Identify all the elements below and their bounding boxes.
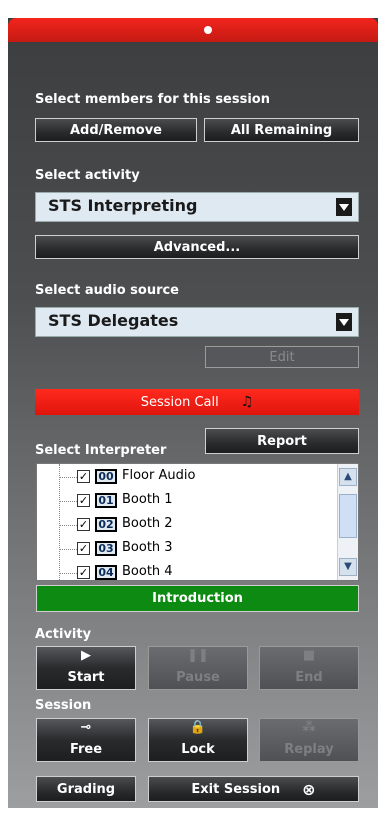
lock-label: Lock [181,742,215,757]
dropdown-arrow-icon[interactable] [336,198,352,216]
replay-icon: ⁂ [302,720,316,735]
scroll-down-icon[interactable]: ▼ [339,558,357,576]
free-label: Free [69,742,103,757]
channel-name: Booth 3 [122,540,173,555]
add-remove-button[interactable]: Add/Remove [35,118,197,142]
drag-handle-dot[interactable] [204,26,212,34]
tree-branch [59,573,77,574]
pause-button[interactable]: ❚❚ Pause [148,646,248,690]
dropdown-arrow-icon[interactable] [336,313,352,331]
end-button[interactable]: ■ End [259,646,359,690]
list-item[interactable]: ✓ 00 Floor Audio [37,466,337,490]
lock-icon: 🔒 [189,720,207,735]
exit-session-label: Exit Session [191,781,281,797]
session-controls-label: Session [35,698,92,713]
free-button[interactable]: ⊸ Free [36,718,136,762]
play-icon: ▶ [81,648,91,663]
report-button[interactable]: Report [205,428,359,454]
list-item[interactable]: ✓ 03 Booth 3 [37,538,337,562]
lock-button[interactable]: 🔒 Lock [148,718,248,762]
replay-label: Replay [284,742,334,757]
audio-source-value: STS Delegates [48,311,179,330]
tree-branch [59,525,77,526]
session-call-label: Session Call [140,394,219,410]
tree-branch [59,549,77,550]
checkbox[interactable]: ✓ [77,470,90,483]
close-circle-icon: ⊗ [302,779,316,799]
start-label: Start [67,670,105,685]
checkbox[interactable]: ✓ [77,494,90,507]
list-item[interactable]: ✓ 01 Booth 1 [37,490,337,514]
advanced-button[interactable]: Advanced... [35,235,359,259]
replay-button[interactable]: ⁂ Replay [259,718,359,762]
scroll-up-icon[interactable]: ▲ [339,468,357,486]
channel-name: Booth 2 [122,516,173,531]
stop-icon: ■ [302,648,316,663]
key-icon: ⊸ [80,720,92,735]
channel-number: 00 [95,469,117,484]
list-item[interactable]: ✓ 04 Booth 4 [37,562,337,580]
activity-controls-label: Activity [35,627,92,642]
activity-dropdown[interactable]: STS Interpreting [35,192,359,222]
channel-number: 02 [95,517,117,532]
channel-number: 04 [95,565,117,580]
checkbox[interactable]: ✓ [77,542,90,555]
start-button[interactable]: ▶ Start [36,646,136,690]
audio-source-dropdown[interactable]: STS Delegates [35,307,359,337]
music-note-icon: ♫ [240,394,254,410]
introduction-button[interactable]: Introduction [36,585,359,612]
channel-name: Booth 4 [122,564,173,579]
interpreter-list[interactable]: ✓ 00 Floor Audio ✓ 01 Booth 1 ✓ 02 Booth… [36,463,359,581]
tree-branch [59,477,77,478]
checkbox[interactable]: ✓ [77,518,90,531]
activity-value: STS Interpreting [48,196,198,215]
edit-button[interactable]: Edit [205,346,359,368]
list-scrollbar[interactable]: ▲ ▼ [337,464,358,580]
pause-label: Pause [176,670,220,685]
scroll-thumb[interactable] [339,494,357,538]
exit-session-button[interactable]: Exit Session ⊗ [148,776,359,802]
audio-source-label: Select audio source [35,283,180,298]
title-bar[interactable] [8,18,378,42]
members-label: Select members for this session [35,92,270,107]
checkbox[interactable]: ✓ [77,566,90,579]
pause-icon: ❚❚ [187,648,209,663]
all-remaining-button[interactable]: All Remaining [204,118,359,142]
grading-button[interactable]: Grading [36,776,136,802]
channel-name: Floor Audio [122,468,196,483]
channel-number: 01 [95,493,117,508]
channel-name: Booth 1 [122,492,173,507]
activity-label: Select activity [35,168,140,183]
interpreter-label: Select Interpreter [35,443,167,458]
list-item[interactable]: ✓ 02 Booth 2 [37,514,337,538]
end-label: End [295,670,323,685]
channel-number: 03 [95,541,117,556]
session-call-button[interactable]: Session Call ♫ [35,389,359,415]
tree-branch [59,501,77,502]
